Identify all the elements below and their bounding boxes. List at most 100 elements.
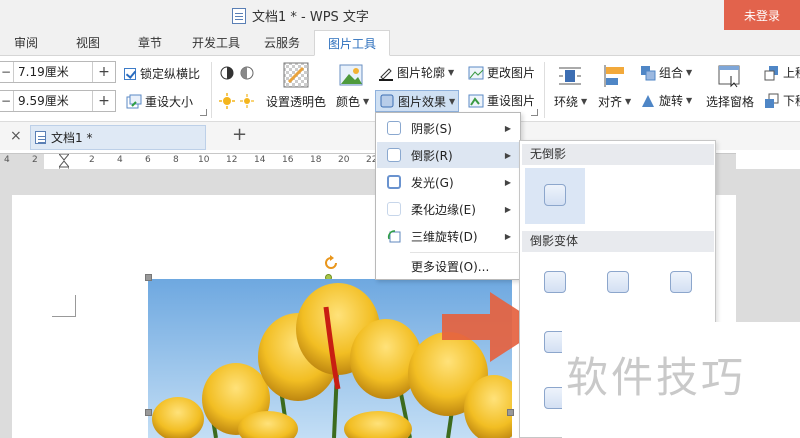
tab-review[interactable]: 审阅 xyxy=(0,30,52,56)
align-dropdown[interactable]: 对齐 ▼ xyxy=(598,93,631,110)
size-dialog-launcher[interactable] xyxy=(200,109,207,116)
ribbon-tabs: 审阅 视图 章节 开发工具 云服务 图片工具 xyxy=(0,30,800,56)
reflection-option-3[interactable] xyxy=(651,255,711,311)
rotate-label: 旋转 xyxy=(659,94,684,108)
dropdown-arrow-icon: ▼ xyxy=(449,96,456,106)
dropdown-arrow-icon: ▼ xyxy=(625,97,632,106)
menu-item-label: 发光(G) xyxy=(411,175,454,190)
window-title-text: 文档1 * - WPS 文字 xyxy=(252,10,369,25)
selection-pane-button[interactable]: 选择窗格 xyxy=(706,93,754,110)
tab-view[interactable]: 视图 xyxy=(62,30,114,56)
picture-color-icon xyxy=(339,62,365,88)
login-button[interactable]: 未登录 xyxy=(724,0,800,30)
width-increase-button[interactable]: + xyxy=(93,64,115,80)
wrap-dropdown[interactable]: 环绕 ▼ xyxy=(554,93,587,110)
no-reflection-header: 无倒影 xyxy=(522,144,714,165)
lock-aspect-checkbox[interactable]: 锁定纵横比 xyxy=(124,65,200,82)
menu-item-more-settings[interactable]: 更多设置(O)... xyxy=(377,253,519,279)
ruler-number: 14 xyxy=(254,155,266,165)
brightness-decrease-icon[interactable] xyxy=(239,93,255,109)
watermark-text: 软件技巧 xyxy=(566,353,747,402)
picture-dialog-launcher[interactable] xyxy=(531,109,538,116)
menu-item-reflection[interactable]: 倒影(R) ▶ xyxy=(377,142,519,168)
reset-size-icon xyxy=(126,94,142,110)
submenu-arrow-icon: ▶ xyxy=(504,204,511,214)
height-decrease-button[interactable]: − xyxy=(0,94,13,108)
ruler-number: 6 xyxy=(145,155,151,165)
height-input[interactable]: 9.59厘米 xyxy=(13,91,93,111)
contrast-increase-icon[interactable] xyxy=(219,65,235,81)
rotate-dropdown[interactable]: 旋转 ▼ xyxy=(640,92,692,109)
menu-item-soft-edges[interactable]: 柔化边缘(E) ▶ xyxy=(377,196,519,222)
picture-effects-dropdown[interactable]: 图片效果 ▼ xyxy=(375,90,460,112)
selection-pane-label: 选择窗格 xyxy=(706,95,755,109)
brightness-increase-icon[interactable] xyxy=(219,93,235,109)
document-tab-label: 文档1 * xyxy=(51,131,93,145)
submenu-arrow-icon: ▶ xyxy=(504,123,511,133)
reset-picture-button[interactable]: 重设图片 xyxy=(468,92,535,109)
change-picture-button[interactable]: 更改图片 xyxy=(468,64,535,81)
group-dropdown[interactable]: 组合 ▼ xyxy=(640,64,692,81)
submenu-arrow-icon: ▶ xyxy=(504,231,511,241)
ruler-number: 2 xyxy=(32,155,38,165)
picture-outline-dropdown[interactable]: 图片轮廓 ▼ xyxy=(378,64,454,81)
set-transparent-button[interactable]: 设置透明色 xyxy=(266,93,326,110)
title-bar: 文档1 * - WPS 文字 未登录 xyxy=(0,0,800,30)
rotate-icon xyxy=(640,93,656,109)
reflection-preview-icon xyxy=(607,271,629,293)
dropdown-arrow-icon: ▼ xyxy=(686,68,693,77)
color-dropdown[interactable]: 颜色 ▼ xyxy=(336,93,369,110)
reflection-option-2[interactable] xyxy=(588,255,648,311)
document-icon xyxy=(35,131,46,144)
lock-aspect-label: 锁定纵横比 xyxy=(140,67,201,81)
picture-outline-label: 图片轮廓 xyxy=(397,66,446,80)
resize-handle-top-left[interactable] xyxy=(145,274,152,281)
outline-pen-icon xyxy=(378,65,394,81)
menu-item-3d-rotation[interactable]: 三维旋转(D) ▶ xyxy=(377,223,519,249)
effects-icon xyxy=(379,93,395,109)
rotate-handle-icon[interactable] xyxy=(322,255,340,273)
resize-handle-left[interactable] xyxy=(145,409,152,416)
width-stepper[interactable]: − 7.19厘米 + xyxy=(0,61,116,83)
tab-chapter[interactable]: 章节 xyxy=(124,30,176,56)
document-icon xyxy=(232,7,246,24)
width-input[interactable]: 7.19厘米 xyxy=(13,62,93,82)
resize-handle-right[interactable] xyxy=(507,409,514,416)
contrast-decrease-icon[interactable] xyxy=(239,65,255,81)
tab-dev-tools[interactable]: 开发工具 xyxy=(184,30,248,56)
send-backward-button[interactable]: 下移 xyxy=(764,92,800,109)
submenu-arrow-icon: ▶ xyxy=(504,150,511,160)
menu-item-glow[interactable]: 发光(G) ▶ xyxy=(377,169,519,195)
height-stepper[interactable]: − 9.59厘米 + xyxy=(0,90,116,112)
shadow-icon xyxy=(387,121,401,135)
ruler-number: 10 xyxy=(198,155,210,165)
ruler-number: 8 xyxy=(173,155,179,165)
picture-effects-label: 图片效果 xyxy=(398,94,447,109)
reset-size-button[interactable]: 重设大小 xyxy=(126,93,193,110)
reset-size-label: 重设大小 xyxy=(145,95,194,109)
ruler-number: 12 xyxy=(226,155,238,165)
send-backward-label: 下移 xyxy=(783,94,800,108)
reflection-option-none[interactable] xyxy=(525,168,585,224)
width-decrease-button[interactable]: − xyxy=(0,65,13,79)
rotation-3d-icon xyxy=(387,229,401,243)
height-increase-button[interactable]: + xyxy=(93,93,115,109)
reflection-preview-icon xyxy=(544,271,566,293)
reflection-preview-icon xyxy=(670,271,692,293)
tab-cloud[interactable]: 云服务 xyxy=(250,30,314,56)
align-label: 对齐 xyxy=(598,95,623,109)
ruler-number: 16 xyxy=(282,155,294,165)
reflection-option-1[interactable] xyxy=(525,255,585,311)
soft-edges-icon xyxy=(387,202,401,216)
menu-item-shadow[interactable]: 阴影(S) ▶ xyxy=(377,115,519,141)
document-tab[interactable]: 文档1 * xyxy=(30,125,206,150)
menu-item-label: 更多设置(O)... xyxy=(411,259,490,274)
wrap-label: 环绕 xyxy=(554,95,579,109)
menu-item-label: 阴影(S) xyxy=(411,121,452,136)
tab-picture-tools[interactable]: 图片工具 xyxy=(314,30,390,56)
new-tab-button[interactable]: + xyxy=(232,124,247,145)
bring-forward-button[interactable]: 上移 xyxy=(764,64,800,81)
ruler-number: 18 xyxy=(310,155,322,165)
close-tab-icon[interactable]: × xyxy=(10,128,22,144)
dropdown-arrow-icon: ▼ xyxy=(581,97,588,106)
